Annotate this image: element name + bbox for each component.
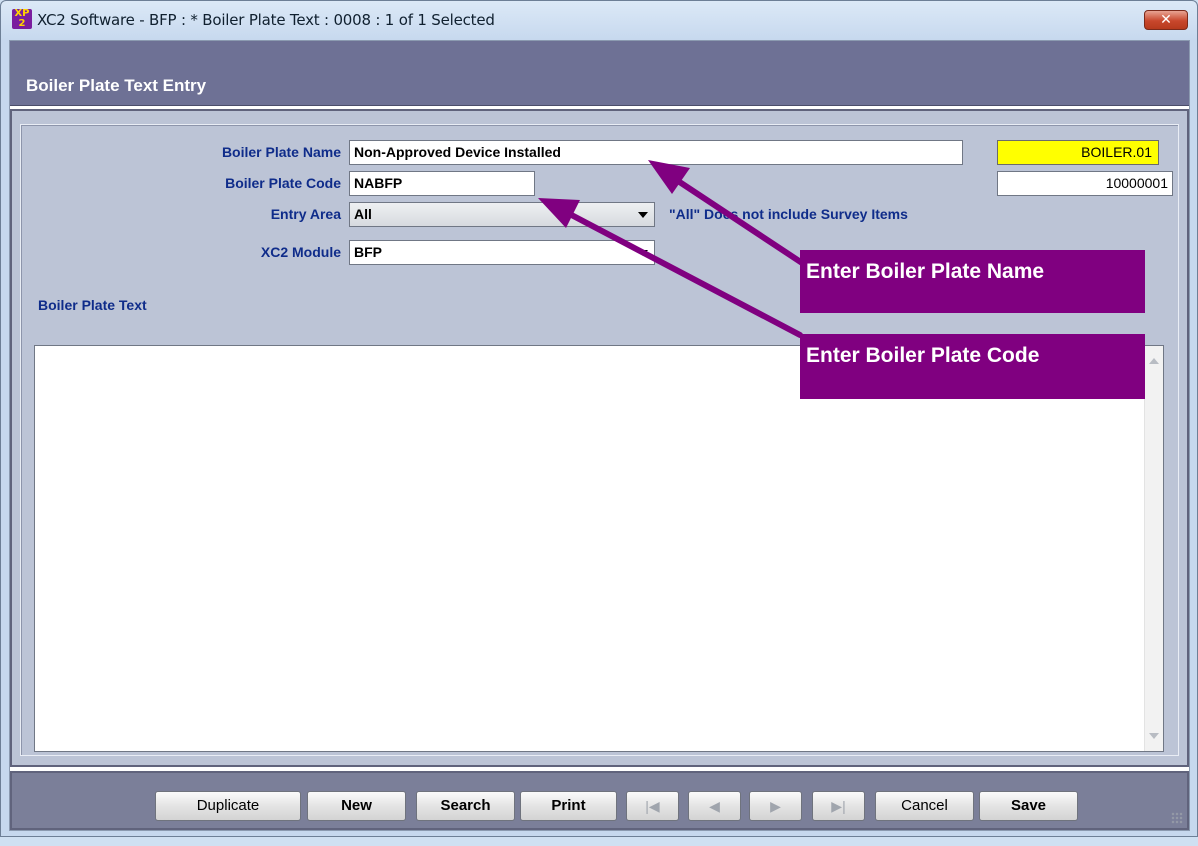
form-inner-panel: Boiler Plate Name Non-Approved Device In… bbox=[20, 124, 1179, 756]
print-button[interactable]: Print bbox=[520, 791, 617, 821]
chevron-down-icon[interactable] bbox=[638, 212, 648, 218]
entry-area-select[interactable]: All bbox=[349, 202, 655, 227]
boiler-plate-name-input[interactable]: Non-Approved Device Installed bbox=[349, 140, 963, 165]
entry-area-value: All bbox=[354, 206, 372, 222]
client-area: Boiler Plate Text Entry Boiler Plate Nam… bbox=[9, 40, 1190, 831]
last-record-button[interactable]: ▶| bbox=[812, 791, 865, 821]
new-button[interactable]: New bbox=[307, 791, 406, 821]
next-record-icon: ▶ bbox=[770, 798, 781, 814]
app-window: XP 2 XC2 Software - BFP : * Boiler Plate… bbox=[0, 0, 1198, 837]
boiler-plate-text-area[interactable] bbox=[34, 345, 1164, 752]
close-button[interactable]: ✕ bbox=[1144, 10, 1188, 30]
callout-enter-code: Enter Boiler Plate Code bbox=[800, 334, 1145, 399]
scroll-up-icon[interactable] bbox=[1149, 358, 1159, 364]
xc2-module-value: BFP bbox=[354, 244, 382, 260]
boiler-plate-name-label: Boiler Plate Name bbox=[221, 144, 341, 160]
entry-area-label: Entry Area bbox=[270, 206, 341, 222]
first-record-button[interactable]: |◀ bbox=[626, 791, 679, 821]
previous-record-button[interactable]: ◀ bbox=[688, 791, 741, 821]
chevron-down-icon[interactable] bbox=[638, 250, 648, 256]
boiler-plate-code-label: Boiler Plate Code bbox=[225, 175, 341, 191]
xc2-module-select[interactable]: BFP bbox=[349, 240, 655, 265]
next-record-button[interactable]: ▶ bbox=[749, 791, 802, 821]
callout-enter-name: Enter Boiler Plate Name bbox=[800, 250, 1145, 313]
window-title: XC2 Software - BFP : * Boiler Plate Text… bbox=[37, 11, 495, 29]
form-panel: Boiler Plate Name Non-Approved Device In… bbox=[10, 109, 1189, 767]
entry-area-note: "All" Does not include Survey Items bbox=[669, 206, 908, 222]
xc2-module-label: XC2 Module bbox=[260, 244, 341, 260]
duplicate-button[interactable]: Duplicate bbox=[155, 791, 301, 821]
last-record-icon: ▶| bbox=[831, 798, 846, 814]
search-button[interactable]: Search bbox=[416, 791, 515, 821]
previous-record-icon: ◀ bbox=[709, 798, 720, 814]
vertical-scrollbar[interactable] bbox=[1144, 346, 1163, 751]
title-bar: XP 2 XC2 Software - BFP : * Boiler Plate… bbox=[1, 1, 1197, 39]
record-code-badge: BOILER.01 bbox=[997, 140, 1159, 165]
save-button[interactable]: Save bbox=[979, 791, 1078, 821]
first-record-icon: |◀ bbox=[645, 798, 660, 814]
boiler-plate-code-input[interactable]: NABFP bbox=[349, 171, 535, 196]
app-logo-icon: XP 2 bbox=[12, 9, 32, 29]
boiler-plate-text-label: Boiler Plate Text bbox=[38, 297, 147, 313]
button-bar: Duplicate New Search Print |◀ ◀ ▶ ▶| Can… bbox=[10, 771, 1189, 830]
app-logo-bottom: 2 bbox=[18, 18, 26, 29]
record-number-field: 10000001 bbox=[997, 171, 1173, 196]
cancel-button[interactable]: Cancel bbox=[875, 791, 974, 821]
scroll-down-icon[interactable] bbox=[1149, 733, 1159, 739]
header-band: Boiler Plate Text Entry bbox=[10, 41, 1189, 106]
resize-grip-icon[interactable] bbox=[1171, 812, 1183, 824]
page-title: Boiler Plate Text Entry bbox=[26, 76, 207, 95]
